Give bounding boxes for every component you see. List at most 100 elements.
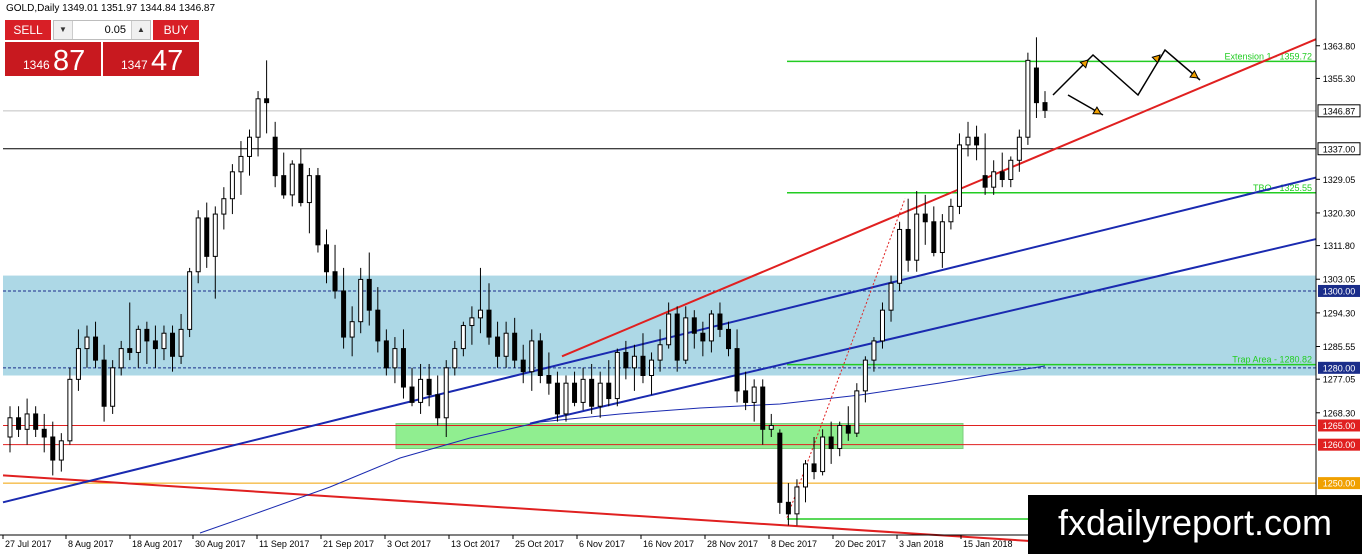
candle-body	[503, 332, 509, 357]
candle-body	[418, 378, 424, 403]
price-axis-label: 1268.30	[1323, 408, 1356, 418]
price-axis-label: 1300.00	[1323, 286, 1356, 296]
candle-body	[785, 501, 791, 515]
sell-button[interactable]: SELL	[5, 20, 51, 40]
moving-average-line	[199, 365, 1046, 534]
candle-body	[144, 328, 150, 342]
buy-price-prefix: 1347	[121, 58, 148, 72]
candle-body	[204, 217, 210, 257]
candle-body	[58, 440, 64, 461]
candle-body	[811, 463, 817, 473]
candle-body	[708, 313, 714, 342]
candle-body	[580, 378, 586, 403]
price-axis-label: 1337.00	[1323, 144, 1356, 154]
candle-body	[768, 424, 774, 430]
projection-arrows	[1052, 48, 1201, 116]
candle-body	[700, 332, 706, 342]
candle-body	[683, 317, 689, 361]
price-axis-label: 1363.80	[1323, 41, 1356, 51]
candle-body	[469, 317, 475, 327]
price-axis-label: 1311.80	[1323, 241, 1355, 251]
candle-body	[298, 163, 304, 204]
candle-body	[631, 355, 637, 369]
price-axis-label: 1250.00	[1323, 479, 1356, 489]
candle-body	[187, 271, 193, 330]
candle-body	[93, 336, 99, 361]
candle-body	[691, 317, 697, 334]
candle-body	[1008, 159, 1014, 180]
candle-body	[623, 351, 629, 369]
price-axis-label: 1329.05	[1323, 175, 1356, 185]
candle-body	[554, 382, 560, 415]
time-axis-label: 18 Aug 2017	[132, 539, 183, 549]
candle-body	[84, 336, 90, 350]
time-axis-label: 21 Sep 2017	[323, 539, 374, 549]
chart-title: GOLD,Daily 1349.01 1351.97 1344.84 1346.…	[6, 3, 216, 14]
candle-body	[50, 436, 56, 461]
bullish-projection-path	[1052, 48, 1201, 97]
candle-body	[1033, 67, 1039, 104]
candle-body	[649, 359, 655, 377]
candle-body	[383, 340, 389, 369]
time-axis-label: 11 Sep 2017	[259, 539, 309, 549]
candle-body	[229, 171, 235, 200]
candle-body	[349, 321, 355, 338]
candle-body	[1042, 102, 1048, 111]
candle-body	[743, 390, 749, 403]
lot-size-value[interactable]: 0.05	[74, 21, 130, 39]
candle-body	[409, 386, 415, 403]
candle-body	[272, 136, 278, 177]
candle-body	[495, 336, 501, 357]
time-axis-label: 3 Jan 2018	[899, 539, 944, 549]
candle-body	[537, 340, 543, 377]
candle-body	[948, 205, 954, 223]
time-axis-label: 13 Oct 2017	[451, 539, 500, 549]
sell-price-box[interactable]: 1346 87	[5, 42, 101, 76]
candle-body	[67, 378, 73, 442]
candle-body	[999, 171, 1005, 180]
candle-body	[195, 217, 201, 273]
chevron-down-icon[interactable]: ▼	[54, 21, 73, 39]
zone-layer	[3, 275, 1316, 450]
candle-body	[572, 382, 578, 403]
candle-body	[802, 463, 808, 488]
candle-body	[75, 348, 81, 380]
candle-body	[332, 271, 338, 292]
candle-body	[606, 382, 612, 400]
candle-body	[905, 228, 911, 261]
candle-body	[118, 348, 124, 369]
time-axis-label: 25 Oct 2017	[515, 539, 564, 549]
time-axis-label: 16 Nov 2017	[643, 539, 694, 549]
candle-body	[375, 309, 381, 342]
candle-body	[315, 175, 321, 246]
candle-body	[512, 332, 518, 361]
lot-size-stepper[interactable]: ▼ 0.05 ▲	[53, 20, 151, 40]
candle-body	[837, 424, 843, 450]
candle-body	[33, 413, 39, 430]
chevron-up-icon[interactable]: ▲	[131, 21, 150, 39]
candle-body	[734, 348, 740, 392]
price-chart[interactable]: Extension 1 - 1359.72TBO - 1325.55Trap A…	[0, 0, 1362, 554]
price-axis-label: 1265.00	[1323, 421, 1356, 431]
candle-body	[520, 359, 526, 373]
candle-body	[751, 386, 757, 403]
candle-body	[674, 313, 680, 361]
candle-body	[426, 378, 432, 396]
candle-body	[589, 378, 595, 407]
candle-body	[726, 328, 732, 350]
candle-body	[717, 313, 723, 330]
time-axis-label: 6 Nov 2017	[579, 539, 625, 549]
time-axis-label: 3 Oct 2017	[387, 539, 431, 549]
buy-price-box[interactable]: 1347 47	[103, 42, 199, 76]
candle-body	[110, 367, 116, 407]
candle-body	[871, 340, 877, 361]
buy-button[interactable]: BUY	[153, 20, 199, 40]
candle-body	[281, 175, 287, 196]
time-axis-label: 30 Aug 2017	[195, 539, 246, 549]
candle-body	[956, 144, 962, 207]
price-axis-label: 1303.05	[1323, 275, 1356, 285]
candle-body	[657, 344, 663, 361]
candle-body	[828, 436, 834, 450]
time-axis-label: 8 Aug 2017	[68, 539, 114, 549]
sell-price-pips: 87	[53, 45, 86, 77]
